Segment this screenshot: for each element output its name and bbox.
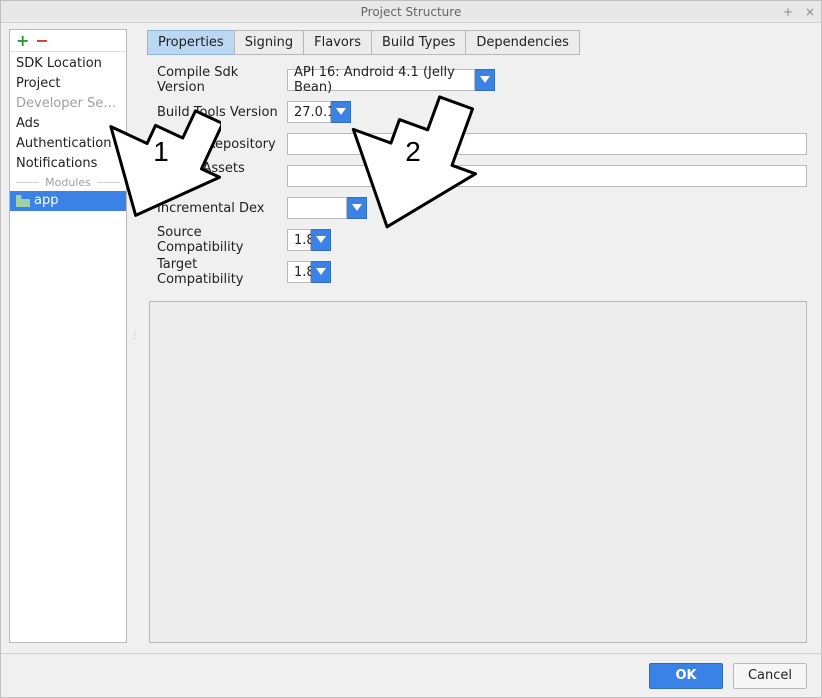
window-minimize-icon[interactable]: +	[781, 5, 795, 19]
label-compile-sdk: Compile Sdk Version	[157, 65, 287, 95]
label-library-repository: Library Repository	[157, 137, 287, 152]
sidebar-modules-header-label: Modules	[45, 176, 91, 189]
dialog-footer: OK Cancel	[1, 653, 821, 697]
splitter-handle[interactable]: ⋮	[133, 29, 137, 643]
add-module-icon[interactable]: +	[16, 33, 29, 49]
sidebar-toolbar: + −	[10, 30, 126, 52]
chevron-down-icon[interactable]	[475, 69, 495, 91]
sidebar-module-label: app	[34, 193, 58, 209]
build-tools-combobox[interactable]: 27.0.1	[287, 101, 351, 123]
label-ignore-assets: Ignore Assets Pattern	[157, 161, 287, 191]
incremental-dex-value	[287, 197, 347, 219]
project-structure-dialog: Project Structure + × + − SDK Location P…	[0, 0, 822, 698]
tab-flavors[interactable]: Flavors	[303, 30, 372, 55]
sidebar-module-app[interactable]: app	[10, 191, 126, 211]
compile-sdk-value: API 16: Android 4.1 (Jelly Bean)	[287, 69, 475, 91]
compile-sdk-combobox[interactable]: API 16: Android 4.1 (Jelly Bean)	[287, 69, 495, 91]
sidebar-list: SDK Location Project Developer Servic...…	[10, 52, 126, 642]
chevron-down-icon[interactable]	[311, 261, 331, 283]
target-compat-value: 1.8	[287, 261, 311, 283]
titlebar: Project Structure + ×	[1, 1, 821, 23]
library-repository-input[interactable]	[287, 133, 807, 155]
window-close-icon[interactable]: ×	[803, 5, 817, 19]
properties-form: Compile Sdk Version API 16: Android 4.1 …	[143, 55, 813, 301]
chevron-down-icon[interactable]	[311, 229, 331, 251]
label-target-compat: Target Compatibility	[157, 257, 287, 287]
sidebar-item-sdk-location[interactable]: SDK Location	[10, 54, 126, 74]
incremental-dex-combobox[interactable]	[287, 197, 367, 219]
window-title: Project Structure	[361, 5, 462, 19]
tab-dependencies[interactable]: Dependencies	[465, 30, 580, 55]
right-pane: Properties Signing Flavors Build Types D…	[143, 29, 813, 643]
ignore-assets-input[interactable]	[287, 165, 807, 187]
tab-build-types[interactable]: Build Types	[371, 30, 466, 55]
source-compat-combobox[interactable]: 1.8	[287, 229, 331, 251]
sidebar-modules-header: Modules	[10, 174, 126, 191]
cancel-button[interactable]: Cancel	[733, 663, 807, 689]
remove-module-icon[interactable]: −	[35, 33, 48, 49]
sidebar-item-ads[interactable]: Ads	[10, 114, 126, 134]
build-tools-value: 27.0.1	[287, 101, 331, 123]
target-compat-combobox[interactable]: 1.8	[287, 261, 331, 283]
sidebar-item-developer-services: Developer Servic...	[10, 94, 126, 114]
chevron-down-icon[interactable]	[331, 101, 351, 123]
label-source-compat: Source Compatibility	[157, 225, 287, 255]
sidebar-item-notifications[interactable]: Notifications	[10, 154, 126, 174]
sidebar-item-authentication[interactable]: Authentication	[10, 134, 126, 154]
source-compat-value: 1.8	[287, 229, 311, 251]
folder-icon	[16, 195, 30, 207]
sidebar-item-project[interactable]: Project	[10, 74, 126, 94]
tabs: Properties Signing Flavors Build Types D…	[143, 29, 813, 55]
details-panel	[149, 301, 807, 643]
ok-button[interactable]: OK	[649, 663, 723, 689]
chevron-down-icon[interactable]	[347, 197, 367, 219]
label-build-tools: Build Tools Version	[157, 105, 287, 120]
sidebar: + − SDK Location Project Developer Servi…	[9, 29, 127, 643]
tab-signing[interactable]: Signing	[234, 30, 304, 55]
label-incremental-dex: Incremental Dex	[157, 201, 287, 216]
tab-properties[interactable]: Properties	[147, 30, 235, 55]
